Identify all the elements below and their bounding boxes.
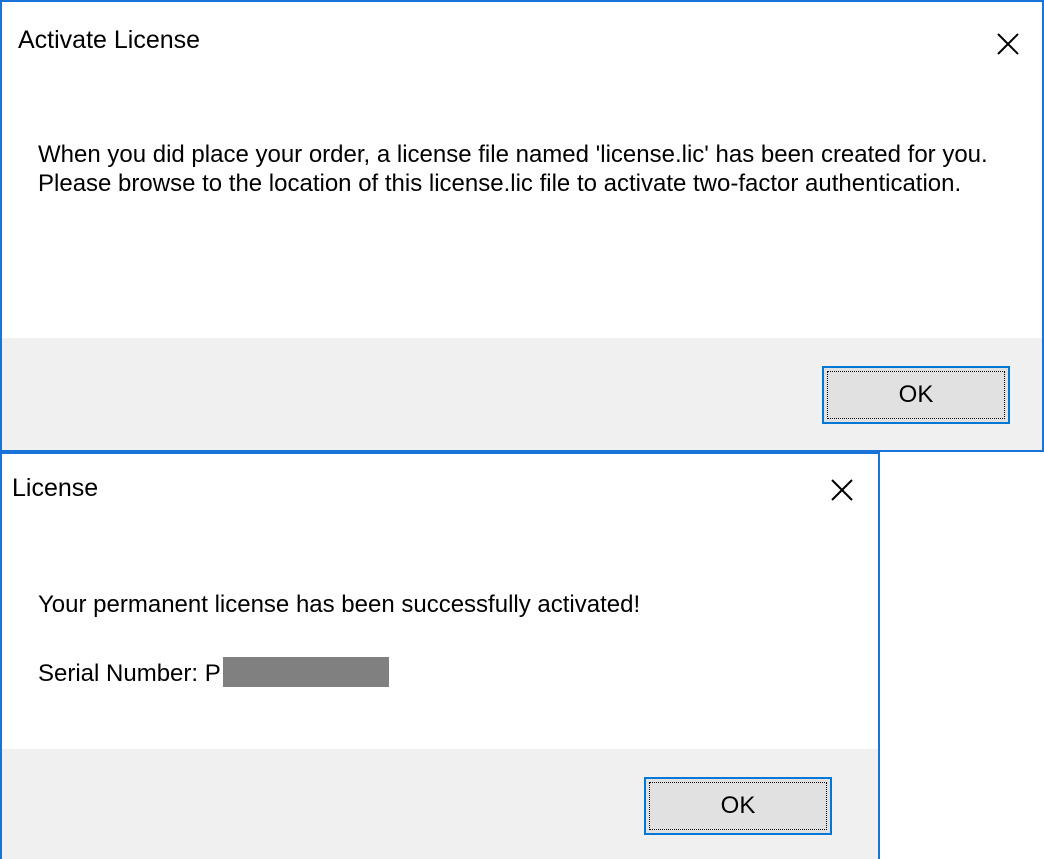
dialog-title: Activate License [18, 26, 201, 54]
serial-number-label: Serial Number: P [38, 660, 221, 687]
dialog-titlebar[interactable]: License [2, 454, 878, 524]
message-paragraph: When you did place your order, a license… [38, 141, 988, 168]
dialog-title: License [12, 474, 99, 502]
ok-button-label: OK [898, 381, 934, 408]
success-message: Your permanent license has been successf… [38, 591, 641, 618]
dialog-message: Your permanent license has been successf… [38, 590, 858, 726]
ok-button[interactable]: OK [822, 366, 1010, 424]
close-button[interactable] [978, 16, 1038, 72]
close-icon [831, 479, 853, 501]
close-icon [997, 33, 1019, 55]
dialog-footer: OK [2, 749, 878, 859]
redacted-serial-block [222, 657, 389, 687]
ok-button[interactable]: OK [644, 777, 832, 835]
dialog-titlebar[interactable]: Activate License [2, 2, 1042, 88]
ok-button-label: OK [720, 792, 756, 819]
dialog-message: When you did place your order, a license… [38, 140, 998, 198]
serial-number-line: Serial Number: P [38, 657, 858, 688]
activate-license-dialog: Activate License When you did place your… [0, 0, 1044, 452]
dialog-footer: OK [2, 338, 1042, 450]
license-dialog: License Your permanent license has been … [0, 452, 880, 859]
close-button[interactable] [812, 462, 872, 518]
message-paragraph: Please browse to the location of this li… [38, 170, 962, 197]
